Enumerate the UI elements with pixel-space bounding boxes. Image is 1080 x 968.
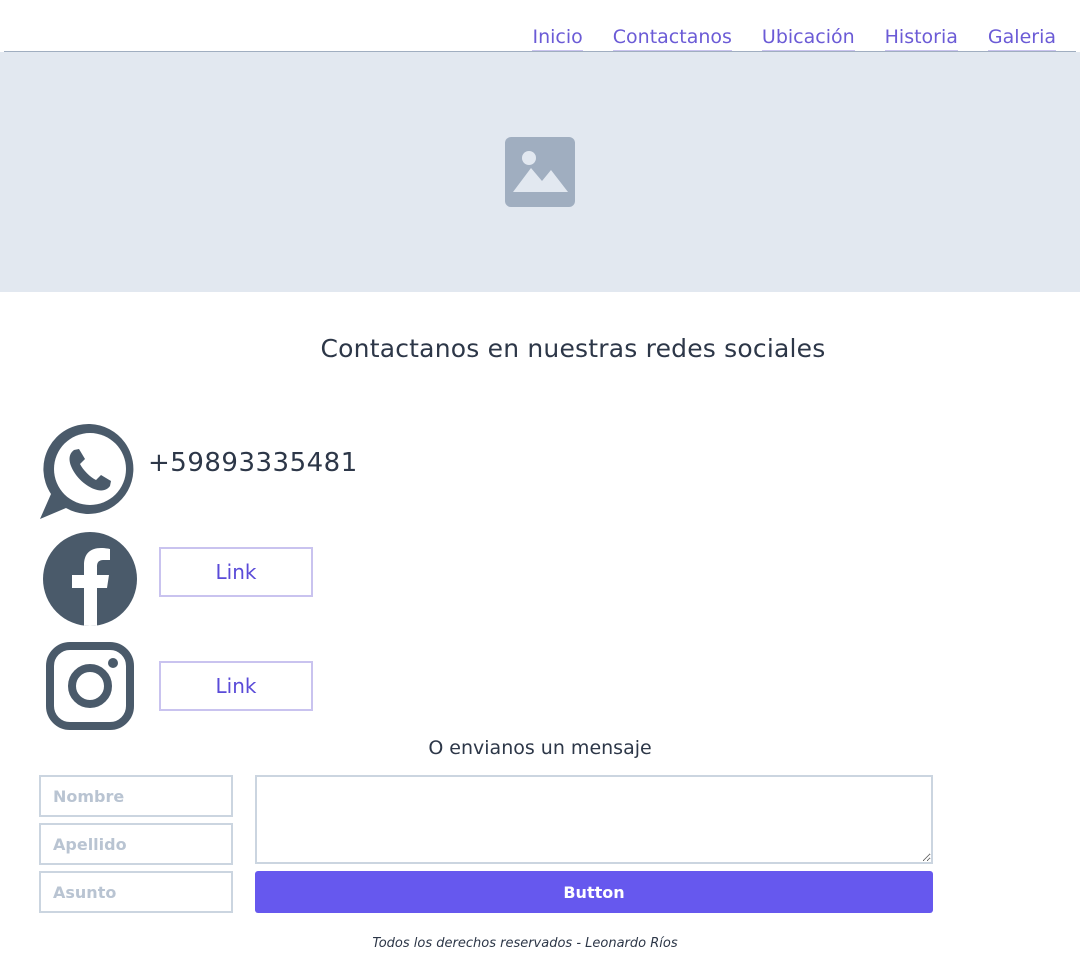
message-section-title: O envianos un mensaje: [428, 737, 652, 759]
footer-copyright: Todos los derechos reservados - Leonardo…: [372, 936, 678, 951]
whatsapp-icon: [40, 423, 134, 519]
nav-link-ubicacion[interactable]: Ubicación: [761, 24, 855, 52]
nav-links: Inicio Contactanos Ubicación Historia Ga…: [532, 24, 1056, 52]
apellido-input[interactable]: [39, 823, 233, 865]
send-message-button[interactable]: Button: [255, 871, 933, 913]
hero-banner: [0, 52, 1080, 292]
top-navigation: Inicio Contactanos Ubicación Historia Ga…: [0, 0, 1080, 52]
image-placeholder-icon: [505, 137, 575, 207]
facebook-link-button[interactable]: Link: [159, 547, 313, 597]
social-section-title: Contactanos en nuestras redes sociales: [320, 334, 826, 363]
instagram-icon: [46, 642, 134, 730]
nav-link-inicio[interactable]: Inicio: [532, 24, 583, 52]
nav-link-galeria[interactable]: Galeria: [987, 24, 1056, 52]
facebook-icon: [43, 532, 137, 626]
whatsapp-phone-number: +59893335481: [148, 448, 358, 478]
nombre-input[interactable]: [39, 775, 233, 817]
instagram-link-button[interactable]: Link: [159, 661, 313, 711]
nav-link-historia[interactable]: Historia: [884, 24, 958, 52]
nav-link-contactanos[interactable]: Contactanos: [612, 24, 732, 52]
message-textarea[interactable]: [255, 775, 933, 864]
asunto-input[interactable]: [39, 871, 233, 913]
